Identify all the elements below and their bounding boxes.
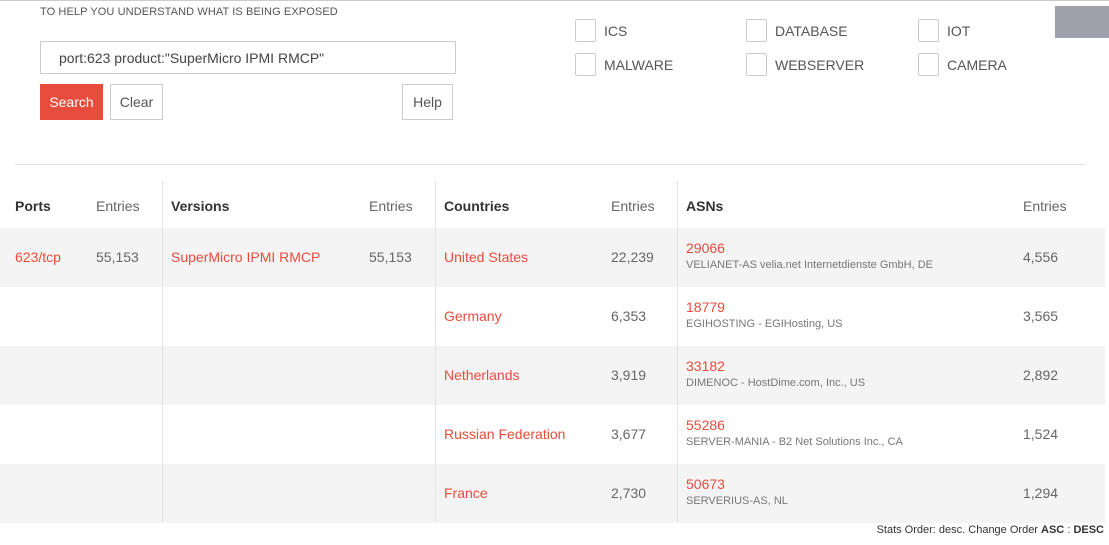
help-button[interactable]: Help — [402, 84, 453, 120]
country-link[interactable]: Netherlands — [444, 367, 520, 383]
checkbox[interactable] — [746, 53, 767, 76]
filter-camera[interactable]: CAMERA — [918, 53, 1007, 76]
asn-cell: 29066 VELIANET-AS velia.net Internetdien… — [686, 240, 933, 271]
filter-checkboxes: ICS DATABASE IOT MALWARE WEBSERVER CAMER… — [575, 19, 1015, 79]
filter-label: WEBSERVER — [775, 56, 865, 73]
asn-cell: 55286 SERVER-MANIA - B2 Net Solutions In… — [686, 417, 903, 448]
asn-entries: 1,524 — [1023, 426, 1059, 442]
checkbox[interactable] — [918, 53, 939, 76]
filter-label: IOT — [947, 22, 971, 39]
port-entries: 55,153 — [96, 249, 139, 265]
country-entries: 2,730 — [611, 485, 647, 501]
stats-table: Ports Entries Versions Entries Countries… — [0, 181, 1105, 523]
asn-entries: 1,294 — [1023, 485, 1059, 501]
version-link[interactable]: SuperMicro IPMI RMCP — [171, 249, 320, 265]
search-button[interactable]: Search — [40, 84, 103, 120]
country-entries: 3,919 — [611, 367, 647, 383]
checkbox[interactable] — [746, 19, 767, 42]
divider — [15, 164, 1086, 165]
asn-link[interactable]: 55286 — [686, 417, 903, 433]
filter-database[interactable]: DATABASE — [746, 19, 848, 42]
asn-cell: 50673 SERVERIUS-AS, NL — [686, 476, 788, 507]
table-row — [0, 287, 1105, 346]
asn-description: VELIANET-AS velia.net Internetdienste Gm… — [686, 259, 934, 271]
asns-header: ASNs — [686, 198, 724, 214]
versions-entries-header: Entries — [369, 198, 413, 214]
ports-header: Ports — [15, 198, 51, 214]
column-divider — [162, 181, 163, 522]
asn-link[interactable]: 50673 — [686, 476, 788, 492]
asn-link[interactable]: 29066 — [686, 240, 933, 256]
asn-description: SERVERIUS-AS, NL — [686, 495, 788, 507]
filter-label: MALWARE — [604, 56, 674, 73]
versions-header: Versions — [171, 198, 230, 214]
side-tab[interactable] — [1055, 6, 1109, 38]
country-link[interactable]: France — [444, 485, 488, 501]
clear-button[interactable]: Clear — [110, 84, 163, 120]
asn-cell: 33182 DIMENOC - HostDime.com, Inc., US — [686, 358, 865, 389]
asn-description: EGIHOSTING - EGIHosting, US — [686, 318, 843, 330]
column-divider — [677, 181, 678, 522]
asn-cell: 18779 EGIHOSTING - EGIHosting, US — [686, 299, 842, 330]
country-entries: 3,677 — [611, 426, 647, 442]
asn-link[interactable]: 33182 — [686, 358, 865, 374]
countries-header: Countries — [444, 198, 510, 214]
ports-entries-header: Entries — [96, 198, 140, 214]
country-link[interactable]: Germany — [444, 308, 502, 324]
search-input[interactable] — [40, 41, 456, 74]
asn-description: SERVER-MANIA - B2 Net Solutions Inc., CA — [686, 436, 903, 448]
asn-entries: 3,565 — [1023, 308, 1059, 324]
asns-entries-header: Entries — [1023, 198, 1067, 214]
filter-label: ICS — [604, 22, 628, 39]
filter-iot[interactable]: IOT — [918, 19, 970, 42]
filter-label: CAMERA — [947, 56, 1007, 73]
port-link[interactable]: 623/tcp — [15, 249, 61, 265]
stats-order-footer: Stats Order: desc. Change Order ASC : DE… — [877, 524, 1104, 536]
asn-entries: 2,892 — [1023, 367, 1059, 383]
asn-link[interactable]: 18779 — [686, 299, 842, 315]
filter-webserver[interactable]: WEBSERVER — [746, 53, 864, 76]
checkbox[interactable] — [575, 53, 596, 76]
country-link[interactable]: Russian Federation — [444, 426, 565, 442]
checkbox[interactable] — [575, 19, 596, 42]
country-entries: 22,239 — [611, 249, 654, 265]
country-entries: 6,353 — [611, 308, 647, 324]
filter-label: DATABASE — [775, 22, 848, 39]
table-row — [0, 464, 1105, 523]
table-row — [0, 346, 1105, 405]
checkbox[interactable] — [918, 19, 939, 42]
country-link[interactable]: United States — [444, 249, 528, 265]
stats-order-text: Stats Order: desc. Change Order — [876, 524, 1042, 536]
filter-ics[interactable]: ICS — [575, 19, 627, 42]
order-asc-link[interactable]: ASC — [1041, 524, 1064, 536]
search-hint: TO HELP YOU UNDERSTAND WHAT IS BEING EXP… — [40, 6, 338, 18]
countries-entries-header: Entries — [611, 198, 655, 214]
order-desc-link[interactable]: DESC — [1073, 524, 1104, 536]
column-divider — [435, 181, 436, 522]
asn-description: DIMENOC - HostDime.com, Inc., US — [686, 377, 866, 389]
asn-entries: 4,556 — [1023, 249, 1059, 265]
table-row — [0, 228, 1105, 287]
filter-malware[interactable]: MALWARE — [575, 53, 673, 76]
version-entries: 55,153 — [369, 249, 412, 265]
